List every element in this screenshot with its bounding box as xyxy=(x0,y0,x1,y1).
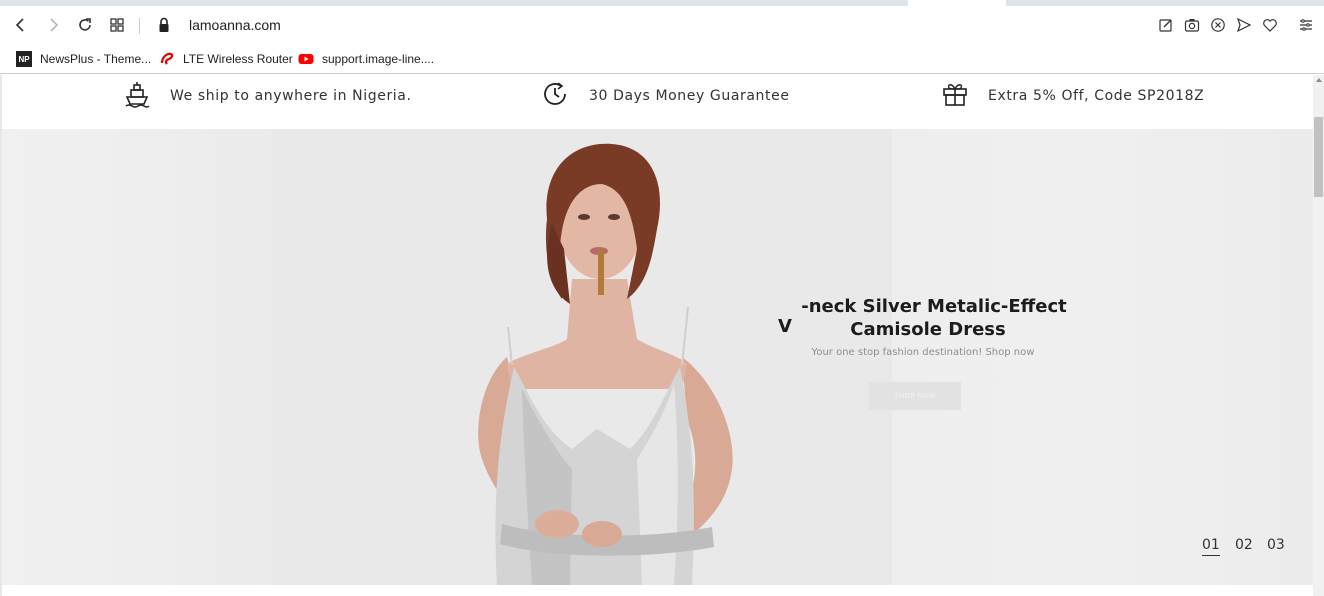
info-text-shipping: We ship to anywhere in Nigeria. xyxy=(170,88,412,104)
clock-icon xyxy=(541,80,569,113)
camera-icon[interactable] xyxy=(1182,14,1202,36)
gift-icon xyxy=(941,80,969,113)
airtel-icon xyxy=(159,51,175,67)
hero-title-v: V xyxy=(778,316,792,337)
hero-subtitle: Your one stop fashion destination! Shop … xyxy=(811,347,1035,358)
bookmark-label: LTE Wireless Router xyxy=(183,52,293,66)
reload-icon[interactable] xyxy=(74,14,96,36)
address-bar-url[interactable]: lamoanna.com xyxy=(189,17,281,33)
bookmark-support-image-line[interactable]: support.image-line.... xyxy=(298,50,434,68)
browser-toolbar: lamoanna.com xyxy=(0,6,1324,44)
lock-icon[interactable] xyxy=(156,16,172,34)
tabs-grid-icon[interactable] xyxy=(106,14,128,36)
hero-title: V -neck Silver Metalic-Effect Camisole D… xyxy=(778,295,1078,341)
edit-icon[interactable] xyxy=(1156,14,1176,36)
forward-icon[interactable] xyxy=(42,14,64,36)
info-text-discount: Extra 5% Off, Code SP2018Z xyxy=(988,88,1205,104)
bookmark-label: NewsPlus - Theme... xyxy=(40,52,152,66)
slide-pager-03[interactable]: 03 xyxy=(1267,537,1285,553)
info-strip: We ship to anywhere in Nigeria. 30 Days … xyxy=(2,75,1313,129)
scrollbar-thumb[interactable] xyxy=(1314,117,1323,197)
slide-pager-02[interactable]: 02 xyxy=(1235,537,1253,553)
hero-title-line2: Camisole Dress xyxy=(850,319,1006,340)
info-item-guarantee: 30 Days Money Guarantee xyxy=(541,81,790,111)
toolbar-divider xyxy=(139,18,140,34)
slide-pager-01[interactable]: 01 xyxy=(1202,537,1220,556)
shop-now-button[interactable]: SHOP NOW xyxy=(869,382,961,410)
bookmark-newsplus[interactable]: NP NewsPlus - Theme... xyxy=(16,50,151,68)
hero-title-line1: -neck Silver Metalic-Effect xyxy=(801,296,1067,317)
page-scrollbar[interactable] xyxy=(1313,75,1324,596)
bookmarks-bar: NP NewsPlus - Theme... LTE Wireless Rout… xyxy=(0,44,1324,74)
back-icon[interactable] xyxy=(10,14,32,36)
scroll-up-icon[interactable] xyxy=(1316,78,1322,82)
ship-icon xyxy=(123,80,151,113)
hero-slider: V -neck Silver Metalic-Effect Camisole D… xyxy=(2,129,1313,585)
menu-icon[interactable] xyxy=(1296,14,1316,36)
np-icon: NP xyxy=(16,51,32,67)
send-icon[interactable] xyxy=(1234,14,1254,36)
bookmark-lte-router[interactable]: LTE Wireless Router xyxy=(159,50,293,68)
heart-icon[interactable] xyxy=(1260,14,1280,36)
info-item-shipping: We ship to anywhere in Nigeria. xyxy=(123,81,412,111)
page-viewport: We ship to anywhere in Nigeria. 30 Days … xyxy=(0,75,1313,596)
close-circle-icon[interactable] xyxy=(1208,14,1228,36)
info-item-discount: Extra 5% Off, Code SP2018Z xyxy=(941,81,1204,111)
youtube-icon xyxy=(298,51,314,67)
hero-model-image xyxy=(478,143,733,585)
bookmark-label: support.image-line.... xyxy=(322,52,435,66)
page-below-hero xyxy=(2,585,1313,596)
info-text-guarantee: 30 Days Money Guarantee xyxy=(589,88,790,104)
